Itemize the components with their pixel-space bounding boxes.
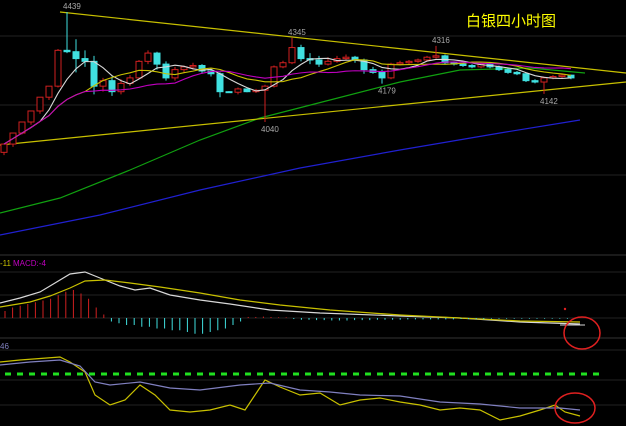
candle-body — [459, 63, 467, 66]
lower-line-1 — [0, 356, 581, 421]
candle-body — [63, 49, 71, 53]
candle-body — [216, 73, 224, 93]
candle-body — [468, 64, 476, 68]
candle — [54, 48, 62, 88]
candle-body — [324, 60, 332, 65]
candle-body — [279, 62, 287, 68]
candle-body — [297, 47, 305, 60]
price-label: 4179 — [378, 87, 396, 96]
candle-body — [72, 51, 80, 60]
candle — [135, 59, 143, 80]
candle-body — [378, 71, 386, 79]
macd-dif-line — [0, 271, 581, 325]
highlight-circle-macd — [563, 316, 601, 350]
candle — [234, 87, 242, 95]
candle — [468, 64, 476, 69]
price-label: 4040 — [261, 125, 279, 134]
candle — [342, 54, 350, 60]
candle-body — [342, 56, 350, 60]
candle — [27, 110, 35, 125]
lower-indicator-value: 46 — [0, 342, 9, 351]
marker-dot — [563, 307, 567, 311]
candle — [45, 85, 53, 100]
candle — [405, 59, 413, 65]
candle — [288, 37, 296, 65]
candle — [522, 72, 530, 83]
chart-title: 白银四小时图 — [466, 12, 557, 30]
candle — [531, 79, 539, 84]
candle-body — [513, 71, 521, 75]
candle — [144, 50, 152, 65]
candle-body — [54, 49, 62, 87]
candle-body — [558, 74, 566, 78]
macd-left-value: -11 — [0, 259, 11, 268]
candle — [162, 61, 170, 81]
candle — [414, 58, 422, 63]
candle-body — [531, 80, 539, 83]
ma5-line — [3, 57, 572, 145]
candle-body — [144, 52, 152, 62]
candle-body — [243, 88, 251, 93]
candle — [216, 72, 224, 98]
candle-body — [90, 60, 98, 87]
ma20-line — [3, 61, 572, 145]
candle — [540, 76, 548, 94]
candle — [225, 91, 233, 94]
candle — [315, 55, 323, 67]
candle — [513, 70, 521, 76]
candle — [63, 12, 71, 54]
candle-body — [0, 143, 8, 153]
candle-body — [423, 56, 431, 61]
candle — [36, 96, 44, 114]
candle — [153, 51, 161, 70]
candle-body — [396, 62, 404, 65]
price-label: 4142 — [540, 97, 558, 106]
candle-body — [540, 77, 548, 83]
price-label: 4345 — [288, 28, 306, 37]
price-label: 4316 — [432, 36, 450, 45]
chart-window: 4439 4345 4040 4316 4179 4142 白银四小时图 -11 MACD… — [0, 0, 626, 426]
lower-line-2 — [0, 359, 581, 411]
candle-body — [27, 110, 35, 123]
candle-body — [81, 58, 89, 62]
candle-body — [504, 69, 512, 73]
candle-body — [234, 88, 242, 93]
candle — [333, 55, 341, 63]
candle-body — [153, 52, 161, 65]
price-label: 4439 — [63, 2, 81, 11]
ma120-line — [0, 119, 581, 236]
candle-body — [189, 64, 197, 68]
candle-body — [45, 85, 53, 98]
candle-body — [225, 91, 233, 94]
macd-histogram — [4, 290, 576, 334]
candle — [297, 44, 305, 62]
moving-averages — [3, 57, 572, 145]
candle — [279, 60, 287, 69]
ma10-line — [3, 59, 572, 145]
candle-body — [522, 73, 530, 82]
candle-body — [414, 59, 422, 62]
macd-label: MACD:-4 — [13, 259, 46, 268]
candle — [369, 66, 377, 74]
candle — [0, 143, 8, 156]
candle — [108, 76, 116, 96]
candle — [81, 50, 89, 67]
candle-body — [405, 60, 413, 64]
candle-body — [432, 55, 440, 58]
candle-body — [36, 96, 44, 112]
candle-body — [315, 59, 323, 65]
macd-dea-line — [0, 279, 581, 323]
candle-body — [288, 47, 296, 64]
candle-body — [135, 60, 143, 79]
chart-canvas: 4439 4345 4040 4316 4179 4142 — [0, 2, 626, 424]
